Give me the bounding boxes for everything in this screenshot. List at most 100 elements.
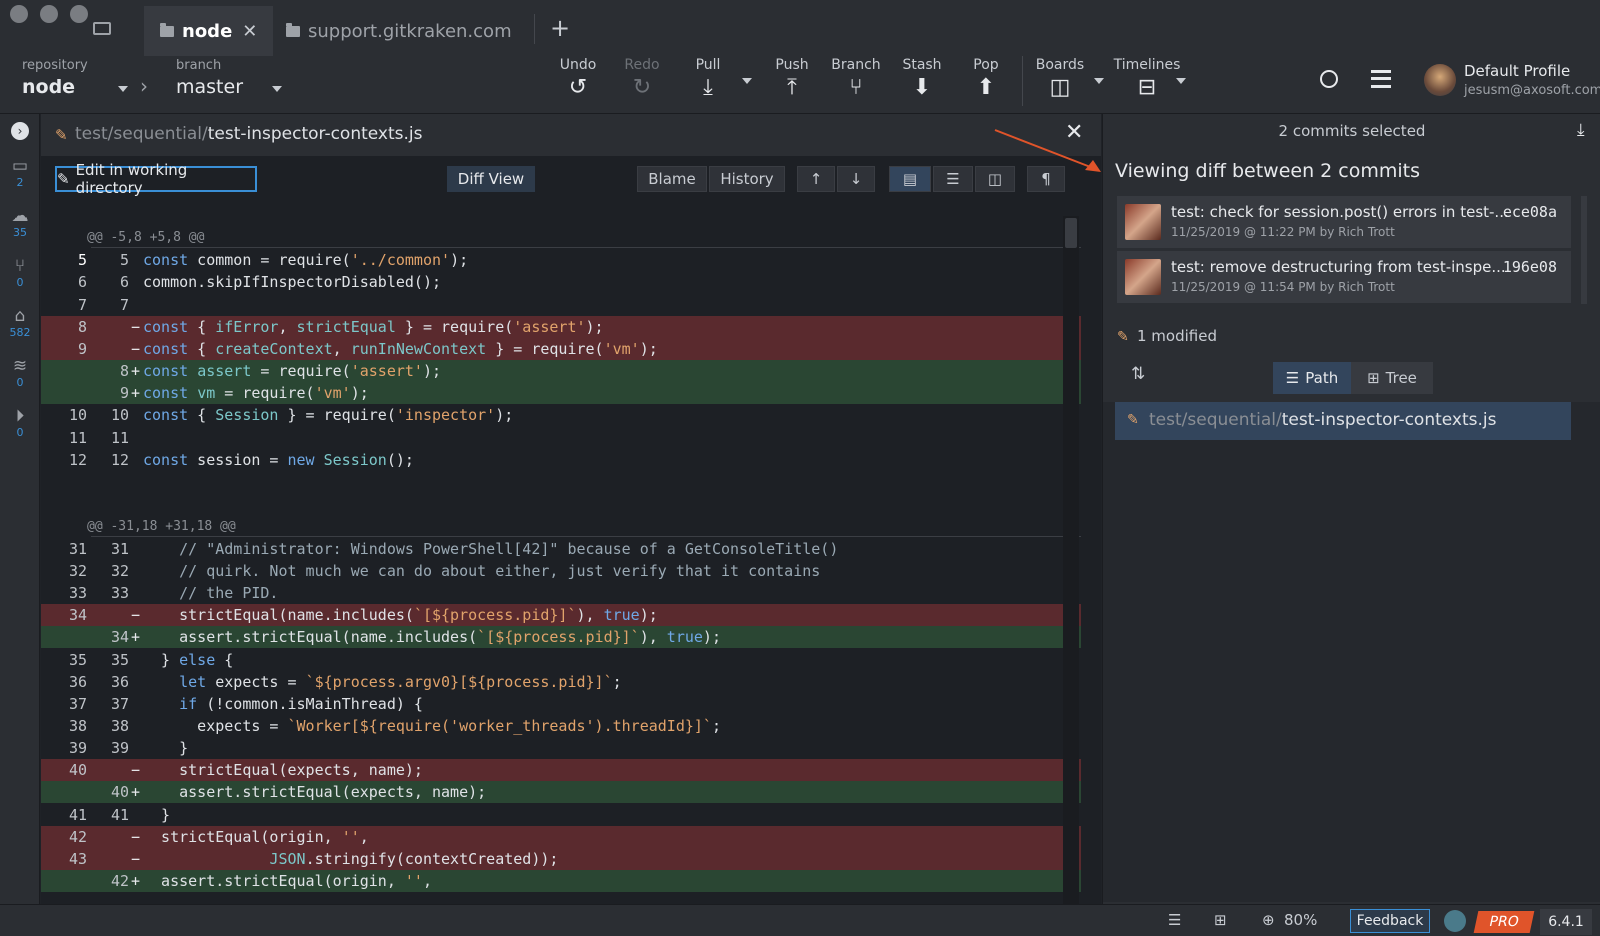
history-button[interactable]: History: [709, 166, 785, 192]
pencil-icon: ✎: [55, 126, 68, 144]
viewing-title: Viewing diff between 2 commits: [1115, 160, 1421, 182]
code-line: 12 12 const session = new Session();: [68, 451, 414, 469]
pull-caret-icon[interactable]: [742, 78, 752, 84]
zoom-level[interactable]: 80%: [1284, 911, 1317, 929]
pop-button[interactable]: Pop ⬆: [956, 56, 1016, 114]
repository-caret-icon[interactable]: [118, 86, 128, 92]
diff-view-button[interactable]: Diff View: [447, 166, 535, 192]
hunk-header: @@ -31,18 +31,18 @@: [87, 519, 236, 534]
rail-pull-requests[interactable]: ⑂ 0: [0, 256, 40, 289]
path-view-button[interactable]: ☰ Path: [1273, 362, 1351, 394]
undo-label: Undo: [559, 57, 597, 73]
gitkraken-logo-icon: [1444, 910, 1466, 932]
rail-tags[interactable]: ⌂ 582: [0, 306, 40, 339]
local-count: 2: [16, 176, 24, 189]
tab-node[interactable]: node ✕: [144, 6, 274, 56]
push-label: Push: [775, 57, 809, 73]
branch-select[interactable]: master: [176, 76, 243, 98]
laptop-icon: ▭: [11, 156, 29, 176]
download-icon[interactable]: ⤓: [1577, 120, 1585, 140]
status-bar: ☰ ⊞ ⊕ 80% Feedback PRO 6.4.1: [0, 904, 1600, 936]
commit-list-scrollbar[interactable]: [1581, 196, 1587, 304]
rail-actions[interactable]: ⏵ 0: [0, 406, 40, 439]
folder-icon: [286, 22, 300, 37]
timelines-caret-icon[interactable]: [1176, 78, 1186, 84]
pro-badge: PRO: [1473, 911, 1535, 933]
avatar: [1125, 204, 1161, 240]
push-button[interactable]: Push ⤒: [762, 56, 822, 114]
gift-icon[interactable]: ⊞: [1214, 911, 1227, 929]
scroll-thumb[interactable]: [1065, 218, 1077, 248]
edit-in-working-directory-button[interactable]: ✎ Edit in working directory: [55, 161, 257, 197]
next-hunk-button[interactable]: ↓: [837, 166, 875, 192]
code-line: 66 common.skipIfInspectorDisabled();: [77, 273, 442, 291]
rail-local[interactable]: ▭ 2: [0, 156, 40, 189]
list-icon: ☰: [1285, 369, 1300, 387]
diff-scrollbar[interactable]: [1063, 216, 1079, 904]
file-list-item[interactable]: ✎ test/sequential/test-inspector-context…: [1115, 402, 1571, 440]
commit-sha[interactable]: 196e08: [1503, 258, 1557, 276]
file-header: ✎ test/sequential/test-inspector-context…: [41, 114, 1101, 156]
tree-label: Tree: [1385, 369, 1417, 387]
tab-support[interactable]: support.gitkraken.com: [270, 6, 528, 56]
profile-email: jesusm@axosoft.com: [1464, 83, 1600, 98]
hunk-view-icon: ▤: [902, 170, 918, 188]
code-line: 41 41 }: [68, 806, 171, 824]
stash-icon: ⬇: [912, 75, 932, 100]
tab-label: node: [182, 20, 233, 42]
minimize-window-button[interactable]: [40, 5, 58, 23]
branch-label: branch: [176, 58, 222, 73]
repository-select[interactable]: node: [22, 76, 75, 98]
hunk-view-button[interactable]: ▤: [889, 166, 931, 192]
undo-button[interactable]: Undo ↺: [548, 56, 608, 114]
menu-icon[interactable]: [1371, 70, 1391, 88]
boards-caret-icon[interactable]: [1094, 78, 1104, 84]
pull-button[interactable]: Pull ⤓: [678, 56, 738, 114]
zoom-icon[interactable]: ⊕: [1262, 911, 1275, 929]
annotation-arrow: [994, 129, 1101, 172]
close-tab-icon[interactable]: ✕: [242, 21, 257, 42]
pull-request-icon: ⑂: [14, 256, 26, 276]
profile-name[interactable]: Default Profile: [1464, 62, 1570, 80]
sort-icon[interactable]: ⇅: [1131, 364, 1145, 384]
branch-button[interactable]: Branch ⑂: [826, 56, 886, 114]
file-path-name: test-inspector-contexts.js: [207, 124, 423, 144]
timelines-button[interactable]: Timelines ⊟: [1112, 56, 1182, 114]
branch-caret-icon[interactable]: [272, 86, 282, 92]
new-tab-icon[interactable]: +: [550, 14, 570, 42]
search-icon[interactable]: [1320, 70, 1338, 88]
chevron-right-circle-icon: ›: [11, 122, 29, 140]
boards-button[interactable]: Boards ◫: [1030, 56, 1090, 114]
modified-count: 1 modified: [1137, 327, 1217, 345]
toggle-panel-button[interactable]: ›: [0, 120, 40, 140]
rail-stashes[interactable]: ≋ 0: [0, 356, 40, 389]
hunk-header: @@ -5,8 +5,8 @@: [87, 230, 205, 245]
redo-button[interactable]: Redo ↻: [612, 56, 672, 114]
arrow-down-icon: ↓: [849, 170, 863, 188]
tree-view-button[interactable]: ⊞ Tree: [1351, 362, 1433, 394]
feedback-button[interactable]: Feedback: [1350, 909, 1430, 933]
pr-count: 0: [16, 276, 24, 289]
previous-hunk-button[interactable]: ↑: [797, 166, 835, 192]
rail-remote[interactable]: ☁ 35: [0, 206, 40, 239]
arrow-up-icon: ↑: [809, 170, 823, 188]
boards-icon: ◫: [1049, 75, 1071, 100]
close-window-button[interactable]: [10, 5, 28, 23]
activity-log-icon[interactable]: ☰: [1168, 911, 1181, 929]
blame-button[interactable]: Blame: [637, 166, 707, 192]
file-item-dir: test/sequential/: [1149, 410, 1282, 430]
commit-item[interactable]: test: remove destructuring from test-ins…: [1117, 251, 1571, 303]
commit-item[interactable]: test: check for session.post() errors in…: [1117, 196, 1571, 248]
stash-button[interactable]: Stash ⬇: [892, 56, 952, 114]
actions-count: 0: [16, 426, 24, 439]
toolbar: repository node › branch master Undo ↺ R…: [0, 56, 1600, 114]
maximize-window-button[interactable]: [70, 5, 88, 23]
play-circle-icon: ⏵: [15, 406, 25, 426]
avatar[interactable]: [1424, 64, 1456, 96]
commit-sha[interactable]: ece08a: [1503, 203, 1557, 221]
pencil-icon: ✎: [1127, 412, 1139, 428]
open-folder-icon[interactable]: [93, 22, 111, 35]
layers-icon: ≋: [12, 356, 28, 376]
inline-view-button[interactable]: ☰: [933, 166, 973, 192]
commits-selected-header: 2 commits selected: [1278, 122, 1426, 140]
